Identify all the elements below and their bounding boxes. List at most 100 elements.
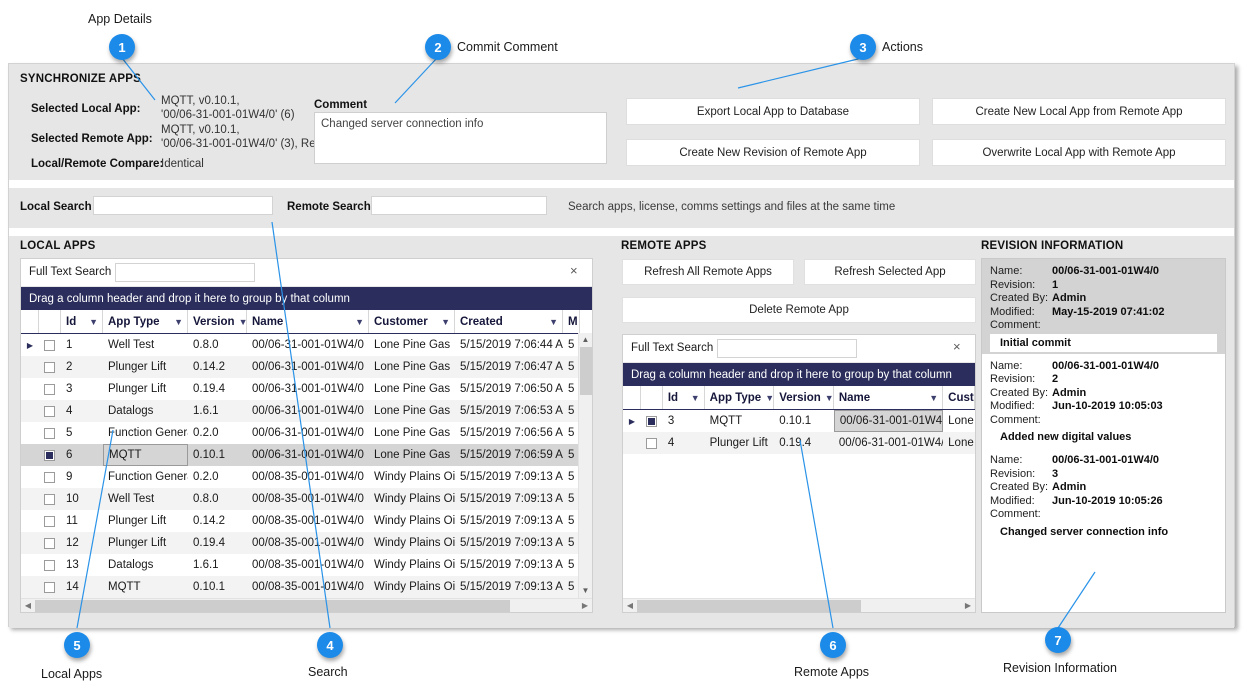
local-horizontal-scrollbar[interactable]: ◀ ▶ [21,598,592,612]
local-fts-clear-icon[interactable]: × [570,264,578,278]
cell-created[interactable]: 5/15/2019 7:09:13 AM [455,488,563,510]
cell-id[interactable]: 1 [61,334,103,356]
table-row[interactable]: 10 Well Test 0.8.0 00/08-35-001-01W4/0 Windy… [21,488,592,510]
local-search-input[interactable] [93,196,273,215]
remote-group-bar[interactable]: Drag a column header and drop it here to… [623,363,975,386]
local-fts-input[interactable] [115,263,255,282]
local-header-customer[interactable]: Customer ▼ [369,310,455,333]
checkbox-icon[interactable] [44,581,55,593]
cell-customer[interactable]: Windy Plains Oil [369,510,455,532]
table-row[interactable]: 9Function Generator0.2.000/08-35-001-01W… [21,466,592,488]
cell-name[interactable]: 00/06-31-001-01W4/0 [247,378,369,400]
checkbox-icon[interactable] [44,383,55,395]
cell-name[interactable]: 00/08-35-001-01W4/0 [247,576,369,598]
cell-name[interactable]: 00/06-31-001-01W4/0 [247,356,369,378]
table-row[interactable]: 14 MQTT 0.10.1 00/08-35-001-01W4/0 Windy Pla… [21,576,592,598]
cell-id[interactable]: 6 [61,444,103,466]
row-checkbox[interactable] [39,510,61,532]
cell-id[interactable]: 11 [61,510,103,532]
cell-customer[interactable]: Lone Pine Gas [369,422,455,444]
local-header-id[interactable]: Id ▼ [61,310,103,333]
cell-customer[interactable]: Lone Pine Gas [369,378,455,400]
filter-icon[interactable]: ▼ [825,393,833,403]
cell-customer[interactable]: Lone Pine Gas [369,444,455,466]
cell-created[interactable]: 5/15/2019 7:09:13 AM [455,576,563,598]
cell-version[interactable]: 0.19.4 [774,432,834,454]
cell-name[interactable]: 00/08-35-001-01W4/0 [247,532,369,554]
cell-version[interactable]: 0.8.0 [188,488,247,510]
scroll-up-icon[interactable]: ▲ [579,333,592,347]
checkbox-icon[interactable] [44,339,55,351]
table-row[interactable]: 4 Datalogs 1.6.1 00/06-31-001-01W4/0 Lone Pi… [21,400,592,422]
cell-customer[interactable]: Lone Pine Gas [369,400,455,422]
cell-app-type[interactable]: Plunger Lift [103,356,188,378]
checkbox-icon[interactable] [44,537,55,549]
remote-fts-input[interactable] [717,339,857,358]
local-header-created[interactable]: Created ▼ [455,310,563,333]
remote-search-input[interactable] [371,196,547,215]
cell-customer[interactable]: Lone [943,432,975,454]
row-checkbox[interactable] [39,444,61,466]
filter-icon[interactable]: ▼ [691,393,700,403]
cell-app-type[interactable]: Function Generator [103,466,188,488]
filter-icon[interactable]: ▼ [549,317,558,327]
remote-horizontal-scrollbar[interactable]: ◀ ▶ [623,598,975,612]
cell-version[interactable]: 0.2.0 [188,422,247,444]
scroll-right-icon[interactable]: ▶ [961,599,975,612]
cell-customer[interactable]: Windy Plains Oil [369,554,455,576]
cell-app-type[interactable]: Well Test [103,488,188,510]
row-checkbox[interactable] [39,466,61,488]
delete-remote-app-button[interactable]: Delete Remote App [622,297,976,323]
cell-app-type[interactable]: Plunger Lift [103,510,188,532]
overwrite-local-app-button[interactable]: Overwrite Local App with Remote App [932,139,1226,166]
cell-app-type[interactable]: Datalogs [103,400,188,422]
revision-entry[interactable]: Name: 00/06-31-001-01W4/0 Revision: 1 Create… [982,259,1225,354]
row-checkbox[interactable] [39,378,61,400]
scroll-left-icon[interactable]: ◀ [623,599,637,612]
row-checkbox[interactable] [641,410,663,432]
cell-version[interactable]: 0.8.0 [188,334,247,356]
cell-id[interactable]: 2 [61,356,103,378]
remote-header-id[interactable]: Id ▼ [663,386,705,409]
cell-name[interactable]: 00/06-31-001-01W4/0 [247,334,369,356]
revision-entry[interactable]: Name: 00/06-31-001-01W4/0 Revision: 3 Create… [982,448,1225,543]
cell-customer[interactable]: Lone Pine Gas [369,334,455,356]
cell-version[interactable]: 0.10.1 [188,576,247,598]
remote-header-version[interactable]: Version ▼ [774,386,834,409]
local-vertical-scrollbar[interactable]: ▲ ▼ [578,333,592,598]
checkbox-icon[interactable] [44,361,55,373]
table-row[interactable]: 6 MQTT 0.10.1 00/06-31-001-01W4/0 Lone Pine … [21,444,592,466]
filter-icon[interactable]: ▼ [355,317,364,327]
cell-customer[interactable]: Windy Plains Oil [369,576,455,598]
cell-created[interactable]: 5/15/2019 7:06:47 AM [455,356,563,378]
cell-name[interactable]: 00/08-35-001-01W4/0 [247,510,369,532]
checkbox-icon[interactable] [645,437,657,449]
checkbox-icon[interactable] [44,493,55,505]
table-row[interactable]: 13 Datalogs 1.6.1 00/08-35-001-01W4/0 Windy … [21,554,592,576]
cell-app-type[interactable]: Plunger Lift [103,532,188,554]
cell-id[interactable]: 3 [663,410,705,432]
cell-created[interactable]: 5/15/2019 7:06:59 AM [455,444,563,466]
cell-id[interactable]: 10 [61,488,103,510]
filter-icon[interactable]: ▼ [765,393,773,403]
table-row[interactable]: 5Function Generator0.2.000/06-31-001-01W… [21,422,592,444]
table-row[interactable]: 12 Plunger Lift 0.19.4 00/08-35-001-01W4/0 W… [21,532,592,554]
create-new-local-app-button[interactable]: Create New Local App from Remote App [932,98,1226,125]
revision-entry[interactable]: Name: 00/06-31-001-01W4/0 Revision: 2 Create… [982,354,1225,449]
checkbox-icon[interactable] [44,471,55,483]
cell-version[interactable]: 0.2.0 [188,466,247,488]
export-local-app-button[interactable]: Export Local App to Database [626,98,920,125]
row-checkbox[interactable] [39,554,61,576]
cell-version[interactable]: 0.10.1 [188,444,247,466]
scroll-left-icon[interactable]: ◀ [21,599,35,612]
cell-id[interactable]: 4 [663,432,705,454]
cell-created[interactable]: 5/15/2019 7:06:50 AM [455,378,563,400]
checkbox-icon[interactable] [44,449,55,461]
cell-name[interactable]: 00/06-31-001-01W4/0 [247,444,369,466]
cell-customer[interactable]: Windy Plains Oil [369,466,455,488]
filter-icon[interactable]: ▼ [929,393,938,403]
filter-icon[interactable]: ▼ [174,317,183,327]
local-group-bar[interactable]: Drag a column header and drop it here to… [21,287,592,310]
table-row[interactable]: 3 Plunger Lift 0.19.4 00/06-31-001-01W4/0 Lo… [21,378,592,400]
cell-version[interactable]: 1.6.1 [188,554,247,576]
